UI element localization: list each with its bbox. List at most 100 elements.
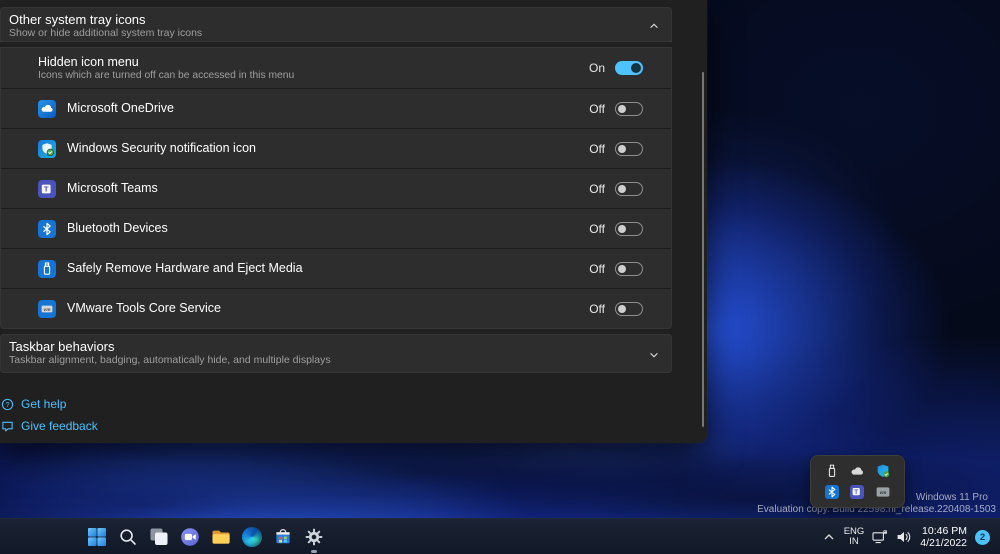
edge-icon (242, 527, 262, 547)
store-icon (273, 527, 293, 547)
toggle-state-label: Off (589, 182, 605, 196)
taskbar-store-button[interactable] (271, 519, 295, 554)
toggle-knob (618, 305, 626, 313)
help-icon: ? (1, 398, 14, 411)
taskbar-chat-button[interactable] (178, 519, 202, 554)
behaviors-title: Taskbar behaviors (1, 335, 671, 354)
toggle-switch[interactable] (615, 302, 643, 316)
row-title: Bluetooth Devices (67, 221, 168, 236)
toggle-switch[interactable] (615, 102, 643, 116)
toggle-state-label: Off (589, 222, 605, 236)
taskbar-system-tray: ENG IN 10:46 PM 4/21/2022 2 (822, 519, 990, 554)
link-label: Get help (21, 397, 66, 411)
other-system-tray-icons-expander[interactable]: Other system tray icons Show or hide add… (0, 7, 672, 42)
svg-text:?: ? (6, 402, 10, 409)
taskbar-app-buttons (85, 519, 326, 554)
row-title: Microsoft Teams (67, 181, 158, 196)
usb-outline-icon[interactable] (824, 463, 840, 479)
clock-time: 10:46 PM (920, 525, 967, 538)
onedrive-tile-icon (38, 100, 56, 118)
tray-icon-row: Safely Remove Hardware and Eject Media Of… (1, 248, 671, 288)
taskbar-behaviors-expander[interactable]: Taskbar behaviors Taskbar alignment, bad… (0, 334, 672, 373)
vmware-tile-icon: vm (38, 300, 56, 318)
toggle-switch[interactable] (615, 61, 643, 75)
task-view-icon (149, 527, 169, 547)
expander-title: Other system tray icons (1, 8, 671, 27)
taskbar-start-button[interactable] (85, 519, 109, 554)
row-title: Hidden icon menu (38, 55, 294, 70)
tray-icons-list: Hidden icon menuIcons which are turned o… (0, 47, 672, 329)
taskbar-clock[interactable]: 10:46 PM 4/21/2022 (920, 525, 967, 550)
tray-icon-row: T Microsoft Teams Off (1, 168, 671, 208)
toggle-state-label: Off (589, 262, 605, 276)
language-line2: IN (844, 537, 865, 547)
svg-text:vm: vm (44, 307, 52, 312)
toggle-knob (618, 225, 626, 233)
toggle-knob (618, 145, 626, 153)
toggle-knob (618, 185, 626, 193)
tray-icon-row: Microsoft OneDrive Off (1, 88, 671, 128)
file-explorer-icon (211, 527, 231, 547)
active-app-indicator (311, 550, 317, 553)
taskbar-edge-button[interactable] (240, 519, 264, 554)
tray-icon-row: vm VMware Tools Core Service Off (1, 288, 671, 328)
taskbar-search-button[interactable] (116, 519, 140, 554)
chevron-up-icon (648, 19, 660, 31)
behaviors-subtitle: Taskbar alignment, badging, automaticall… (1, 354, 671, 367)
bluetooth-tile-icon (38, 220, 56, 238)
expander-subtitle: Show or hide additional system tray icon… (1, 27, 671, 40)
toggle-state-label: Off (589, 102, 605, 116)
toggle-knob (618, 265, 626, 273)
svg-text:T: T (44, 184, 49, 193)
start-icon (87, 527, 107, 547)
row-title: Windows Security notification icon (67, 141, 256, 156)
speaker-icon[interactable] (896, 529, 912, 545)
toggle-state-label: On (589, 61, 605, 75)
tray-icon-row: Bluetooth Devices Off (1, 208, 671, 248)
taskbar: ENG IN 10:46 PM 4/21/2022 2 (0, 518, 1000, 554)
settings-window: Other system tray icons Show or hide add… (0, 0, 707, 443)
taskbar-file-explorer-button[interactable] (209, 519, 233, 554)
chat-icon (180, 527, 200, 547)
toggle-switch[interactable] (615, 222, 643, 236)
toggle-switch[interactable] (615, 142, 643, 156)
chevron-down-icon (648, 348, 660, 360)
toggle-switch[interactable] (615, 182, 643, 196)
search-icon (118, 527, 138, 547)
hidden-icons-flyout: Tvm (810, 455, 905, 508)
get-help-link[interactable]: ? Get help (1, 397, 66, 411)
toggle-state-label: Off (589, 302, 605, 316)
notification-count-badge[interactable]: 2 (975, 530, 990, 545)
ethernet-icon[interactable] (872, 529, 888, 545)
clock-date: 4/21/2022 (920, 537, 967, 550)
row-title: Microsoft OneDrive (67, 101, 174, 116)
svg-text:T: T (855, 489, 859, 496)
vmware-square-icon[interactable]: vm (875, 484, 891, 500)
tray-icon-row: Hidden icon menuIcons which are turned o… (1, 48, 671, 88)
feedback-icon (1, 420, 14, 433)
row-subtitle: Icons which are turned off can be access… (38, 70, 294, 82)
toggle-knob (618, 105, 626, 113)
tray-icon-row: Windows Security notification icon Off (1, 128, 671, 168)
svg-text:vm: vm (880, 490, 887, 495)
bluetooth-square-icon[interactable] (824, 484, 840, 500)
settings-icon (304, 527, 324, 547)
toggle-knob (631, 63, 641, 73)
link-label: Give feedback (21, 419, 98, 433)
onedrive-cloud-icon[interactable] (849, 463, 865, 479)
taskbar-task-view-button[interactable] (147, 519, 171, 554)
security-shield-icon[interactable] (875, 463, 891, 479)
usb-tile-icon (38, 260, 56, 278)
toggle-state-label: Off (589, 142, 605, 156)
toggle-switch[interactable] (615, 262, 643, 276)
row-title: VMware Tools Core Service (67, 301, 221, 316)
teams-square-icon[interactable]: T (849, 484, 865, 500)
language-switcher[interactable]: ENG IN (844, 527, 865, 547)
show-hidden-icons-chevron[interactable] (822, 530, 836, 544)
window-scrollbar[interactable] (702, 72, 704, 427)
desktop-wallpaper: Windows 11 Pro Evaluation copy. Build 22… (0, 0, 1000, 554)
row-title: Safely Remove Hardware and Eject Media (67, 261, 303, 276)
taskbar-settings-button[interactable] (302, 519, 326, 554)
windows-security-tile-icon (38, 140, 56, 158)
give-feedback-link[interactable]: Give feedback (1, 419, 98, 433)
